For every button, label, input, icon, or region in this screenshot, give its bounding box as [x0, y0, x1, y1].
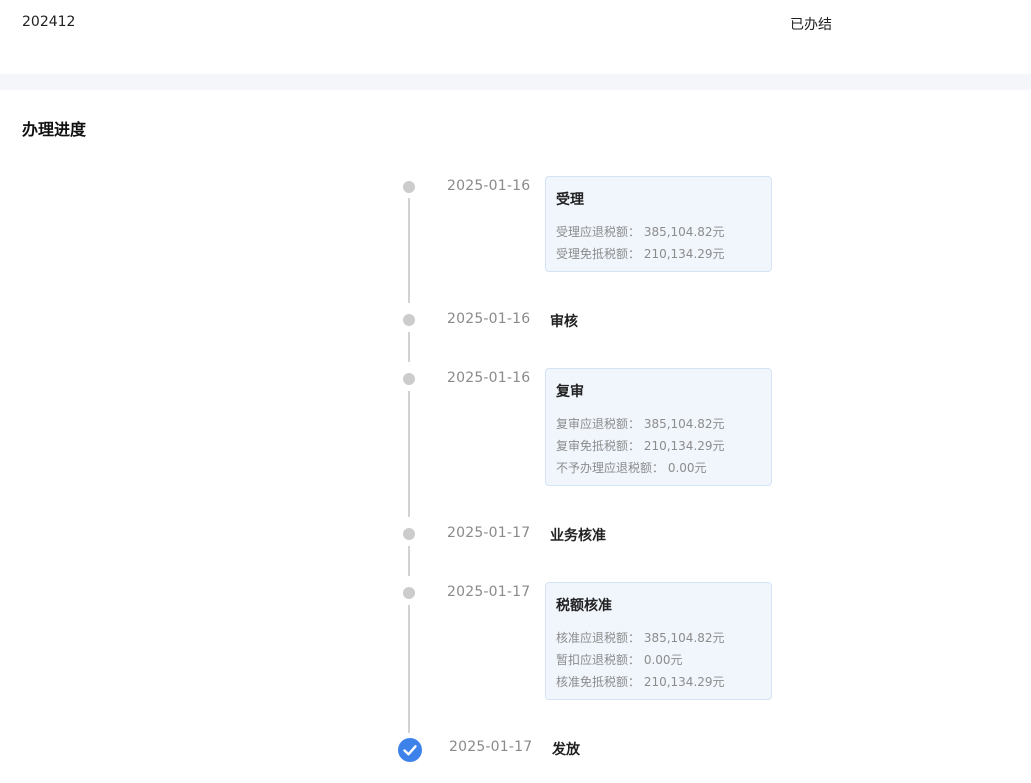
step-date: 2025-01-16	[447, 178, 531, 194]
timeline-dot	[403, 181, 415, 193]
step-date: 2025-01-16	[447, 370, 531, 386]
step-title: 受理	[556, 192, 584, 208]
tax-period: 202412	[22, 14, 76, 30]
step-title: 业务核准	[550, 528, 606, 544]
timeline-connector	[408, 198, 410, 303]
step-detail: 复审应退税额： 385,104.82元	[556, 417, 725, 431]
step-card-approve: 税额核准 核准应退税额： 385,104.82元 暂扣应退税额： 0.00元 核…	[545, 582, 772, 700]
step-detail: 核准应退税额： 385,104.82元	[556, 631, 725, 645]
status-text: 已办结	[790, 17, 832, 33]
step-date: 2025-01-17	[447, 584, 531, 600]
step-title: 发放	[552, 742, 580, 758]
timeline-connector	[408, 605, 410, 733]
step-detail: 核准免抵税额： 210,134.29元	[556, 675, 725, 689]
step-date: 2025-01-17	[447, 525, 531, 541]
section-divider	[0, 74, 1031, 90]
step-detail: 暂扣应退税额： 0.00元	[556, 653, 683, 667]
step-detail: 受理免抵税额： 210,134.29元	[556, 247, 725, 261]
step-card-review: 复审 复审应退税额： 385,104.82元 复审免抵税额： 210,134.2…	[545, 368, 772, 486]
timeline-connector	[408, 332, 410, 362]
step-title: 审核	[550, 314, 578, 330]
step-detail: 受理应退税额： 385,104.82元	[556, 225, 725, 239]
step-card-accept: 受理 受理应退税额： 385,104.82元 受理免抵税额： 210,134.2…	[545, 176, 772, 272]
timeline-connector	[408, 391, 410, 517]
step-date: 2025-01-17	[449, 739, 533, 755]
step-date: 2025-01-16	[447, 311, 531, 327]
progress-title: 办理进度	[22, 120, 87, 139]
summary-row: 202412 已办结	[0, 0, 1031, 74]
timeline-dot	[403, 314, 415, 326]
step-title: 复审	[556, 384, 584, 400]
step-detail: 复审免抵税额： 210,134.29元	[556, 439, 725, 453]
step-title: 税额核准	[556, 598, 612, 614]
step-detail: 不予办理应退税额： 0.00元	[556, 461, 707, 475]
timeline-connector	[408, 546, 410, 576]
timeline-dot	[403, 587, 415, 599]
timeline-dot	[403, 373, 415, 385]
timeline-dot	[403, 528, 415, 540]
check-circle-icon	[398, 738, 422, 762]
